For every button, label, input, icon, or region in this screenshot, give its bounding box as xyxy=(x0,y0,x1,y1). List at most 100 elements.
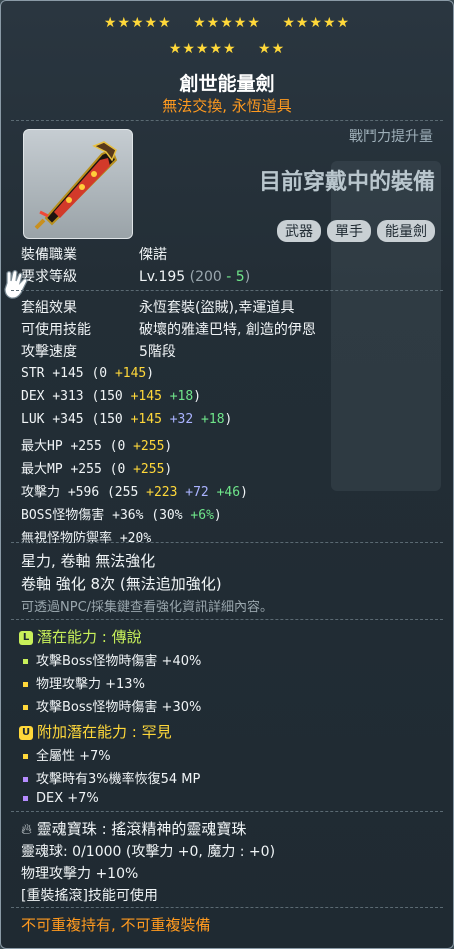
enhance-line-2: 卷軸 強化 8次 (無法追加強化) xyxy=(21,575,222,593)
skill-label: 可使用技能 xyxy=(21,322,91,338)
stat-row: BOSS怪物傷害 +36% (30% +6%) xyxy=(21,504,222,523)
tag-one-handed: 單手 xyxy=(327,220,371,242)
stat-total: +20% xyxy=(119,531,152,546)
divider xyxy=(11,290,443,291)
stat-name: DEX xyxy=(21,389,45,404)
item-tags: 武器 單手 能量劍 xyxy=(277,220,435,242)
equipped-status: 目前穿戴中的裝備 xyxy=(258,170,435,195)
bullet-icon xyxy=(23,777,28,782)
stat-base: (0 xyxy=(109,462,126,477)
divider xyxy=(11,907,443,908)
level-label: 要求等級 xyxy=(21,269,77,285)
soul-skill: [重裝搖滾]技能可使用 xyxy=(21,888,158,904)
stat-name: LUK xyxy=(21,412,45,427)
star-group: ★★★★★ xyxy=(168,41,237,57)
set-effect-row: 套組效果 永恆套裝(盜賊),幸運道具 xyxy=(21,297,294,317)
stat-bonus: +145 xyxy=(114,366,147,381)
stat-bonus: +145 xyxy=(130,412,162,427)
soul-gauge: 靈魂球: 0/1000 (攻擊力 +0, 魔力 : +0) xyxy=(21,844,276,860)
stat-close: ) xyxy=(213,508,222,523)
stat-bonus: +18 xyxy=(169,389,194,404)
power-increase-label: 戰鬥力提升量 xyxy=(349,129,433,145)
bullet-icon xyxy=(23,659,28,664)
soul-title-row: 🔥︎ 靈魂寶珠 : 搖滾精神的靈魂寶珠 xyxy=(21,818,246,839)
stat-bonus: +6% xyxy=(190,508,214,523)
potential-text: 攻擊Boss怪物時傷害 +30% xyxy=(36,700,202,715)
skill-row: 可使用技能 破壞的雅達巴特, 創造的伊恩 xyxy=(21,319,316,339)
stat-base: (255 xyxy=(106,485,139,500)
potential-text: 物理攻擊力 +13% xyxy=(36,677,145,692)
stat-total: +313 xyxy=(52,389,84,404)
potential-header: L 潛在能力 : 傳說 xyxy=(19,626,142,647)
stat-close: ) xyxy=(193,389,202,404)
unique-potential-icon: U xyxy=(19,725,33,740)
bullet-icon xyxy=(23,705,28,710)
level-close: ) xyxy=(244,269,251,285)
divider xyxy=(11,542,443,543)
bullet-icon xyxy=(23,796,28,801)
bullet-icon xyxy=(23,682,28,687)
stat-base: (150 xyxy=(91,412,123,427)
tag-weapon: 武器 xyxy=(277,220,321,242)
divider xyxy=(11,120,443,121)
energy-sword-icon xyxy=(34,141,118,230)
stat-row: 攻擊力 +596 (255 +223 +72 +46) xyxy=(21,481,248,500)
bonus-line: DEX +7% xyxy=(23,791,99,806)
stat-row: LUK +345 (150 +145 +32 +18) xyxy=(21,412,232,427)
enhance-hint: 可透過NPC/採集鍵查看強化資訊詳細內容。 xyxy=(21,600,274,615)
legendary-potential-icon: L xyxy=(19,630,33,645)
level-base: (200 xyxy=(189,269,222,285)
tag-energy-sword: 能量劍 xyxy=(377,220,435,242)
stat-total: +255 xyxy=(70,462,102,477)
potential-title: 潛在能力 : 傳說 xyxy=(37,628,142,646)
star-group: ★★ xyxy=(258,41,286,57)
star-force-row-2: ★★★★★ ★★ xyxy=(1,41,453,57)
potential-line: 物理攻擊力 +13% xyxy=(23,673,145,692)
stat-bonus: +72 xyxy=(185,485,209,500)
bonus-text: 攻擊時有3%機率恢復54 MP xyxy=(36,772,201,787)
set-effect-value: 永恆套裝(盜賊),幸運道具 xyxy=(139,300,295,316)
stat-close: ) xyxy=(224,412,233,427)
set-effect-label: 套組效果 xyxy=(21,300,77,316)
level-row: 要求等級 Lv.195 (200 - 5) xyxy=(21,266,250,286)
enhance-line-1: 星力, 卷軸 無法強化 xyxy=(21,552,156,570)
soul-title: 靈魂寶珠 : 搖滾精神的靈魂寶珠 xyxy=(36,820,247,838)
stat-base: (0 xyxy=(91,366,108,381)
star-group: ★★★★★ xyxy=(193,15,261,31)
stat-total: +36% xyxy=(112,508,144,523)
potential-line: 攻擊Boss怪物時傷害 +30% xyxy=(23,696,201,715)
stat-close: ) xyxy=(146,366,155,381)
stat-bonus: +255 xyxy=(133,439,165,454)
stat-name: 攻擊力 xyxy=(21,485,61,500)
stat-base: (150 xyxy=(91,389,123,404)
stat-base: (0 xyxy=(109,439,126,454)
footer-note: 不可重複持有, 不可重複裝備 xyxy=(21,916,211,934)
stat-row: 無視怪物防禦率 +20% xyxy=(21,527,151,546)
star-force-row-1: ★★★★★ ★★★★★ ★★★★★ xyxy=(1,15,453,31)
divider xyxy=(11,811,443,812)
attack-speed-label: 攻擊速度 xyxy=(21,344,77,360)
bonus-potential-header: U 附加潛在能力 : 罕見 xyxy=(19,721,172,742)
bonus-line: 全屬性 +7% xyxy=(23,745,111,764)
soul-effect: 物理攻擊力 +10% xyxy=(21,866,139,882)
bonus-potential-title: 附加潛在能力 : 罕見 xyxy=(37,723,172,741)
job-row: 裝備職業 傑諾 xyxy=(21,244,167,264)
potential-line: 攻擊Boss怪物時傷害 +40% xyxy=(23,650,201,669)
job-label: 裝備職業 xyxy=(21,247,77,263)
stat-name: STR xyxy=(21,366,45,381)
item-icon-frame xyxy=(23,129,133,239)
stat-name: 最大HP xyxy=(21,439,63,454)
stat-bonus: +18 xyxy=(201,412,225,427)
skill-value: 破壞的雅達巴特, 創造的伊恩 xyxy=(139,322,316,338)
stat-close: ) xyxy=(164,462,173,477)
star-group: ★★★★★ xyxy=(103,15,172,31)
stat-bonus: +255 xyxy=(133,462,165,477)
stat-row: 最大HP +255 (0 +255) xyxy=(21,435,172,454)
stat-name: 無視怪物防禦率 xyxy=(21,531,113,546)
stat-row: STR +145 (0 +145) xyxy=(21,366,154,381)
attack-speed-value: 5階段 xyxy=(139,344,176,360)
stat-total: +596 xyxy=(67,485,100,500)
stat-close: ) xyxy=(164,439,173,454)
stat-name: 最大MP xyxy=(21,462,63,477)
soul-icon: 🔥︎ xyxy=(21,820,33,838)
